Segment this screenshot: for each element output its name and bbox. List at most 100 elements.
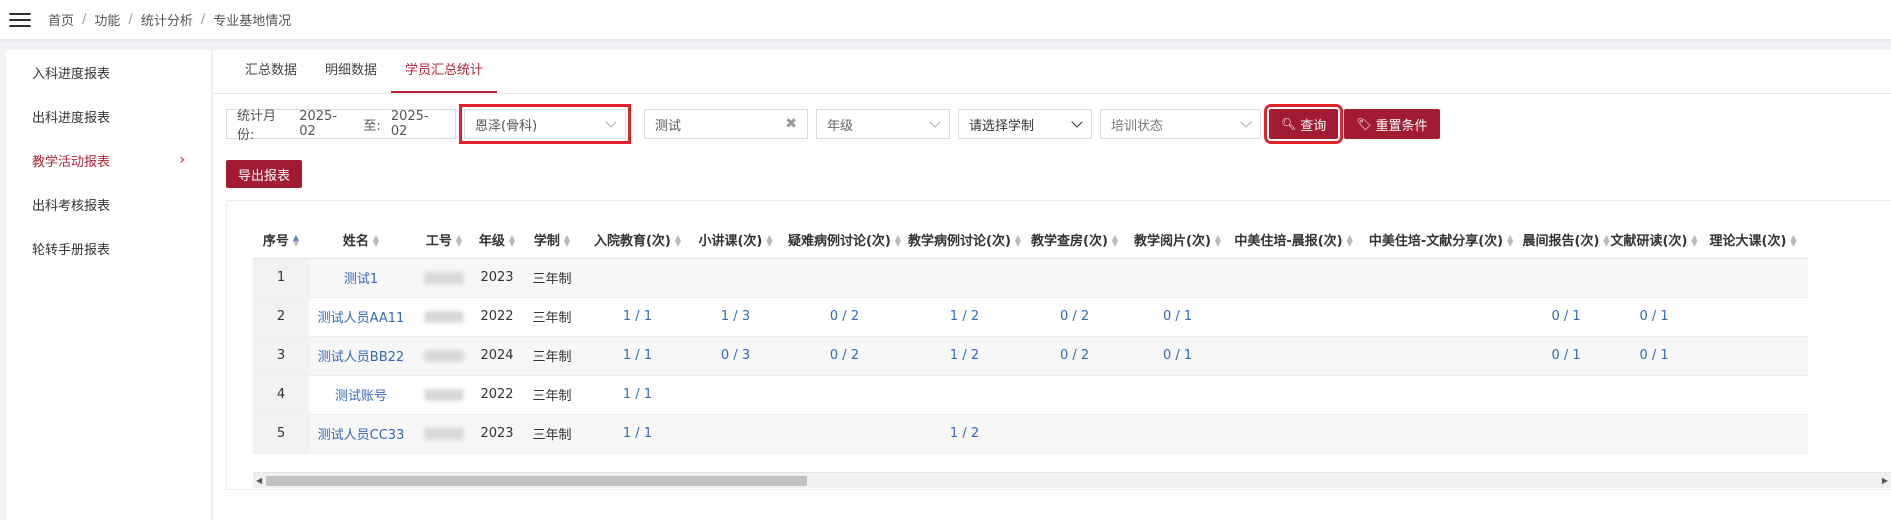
sort-icon[interactable]: ▲ ▼ (1603, 234, 1609, 248)
column-header[interactable]: 年级 ▲ ▼ (475, 221, 519, 259)
sort-icon[interactable]: ▲ ▼ (1790, 234, 1796, 248)
stat-cell[interactable]: 0 / 1 (1128, 297, 1228, 337)
tag-icon: 🏷︎ (1356, 117, 1372, 131)
clear-icon[interactable]: ✖ (785, 116, 797, 132)
sort-icon[interactable]: ▲ ▼ (373, 234, 379, 248)
stat-cell[interactable]: 0 / 1 (1610, 297, 1699, 337)
sort-icon[interactable]: ▲ ▼ (895, 234, 901, 248)
breadcrumb-item[interactable]: 首页 (48, 10, 74, 29)
sort-icon[interactable]: ▲ ▼ (1507, 234, 1513, 248)
column-header[interactable]: 中美住培-晨报(次) ▲ ▼ (1227, 221, 1361, 259)
stat-cell[interactable]: 0 / 2 (781, 297, 908, 337)
stat-cell[interactable]: 1 / 1 (585, 336, 690, 376)
student-name-link[interactable]: 测试账号 (309, 375, 413, 415)
column-header[interactable]: 晨间报告(次) ▲ ▼ (1522, 221, 1611, 259)
stat-cell (908, 375, 1022, 415)
stat-cell[interactable]: 0 / 2 (1021, 297, 1129, 337)
month-from[interactable]: 2025-02 (299, 109, 353, 139)
stat-cell[interactable]: 0 / 1 (1128, 336, 1228, 376)
column-header[interactable]: 小讲课(次) ▲ ▼ (690, 221, 781, 259)
sort-icon[interactable]: ▲ ▼ (1112, 234, 1118, 248)
sidebar-item-rotation-handbook[interactable]: 轮转手册报表 (6, 226, 211, 270)
table-cell: 三年制 (519, 375, 585, 415)
tab-student-summary[interactable]: 学员汇总统计 (391, 50, 498, 93)
sidebar-item-teaching-activity[interactable]: 教学活动报表 › (6, 138, 211, 182)
sort-icon[interactable]: ▲ ▼ (509, 234, 515, 248)
stat-cell[interactable]: 1 / 2 (908, 414, 1022, 454)
column-header[interactable]: 序号 ▲ ▼ (253, 221, 309, 259)
sort-icon[interactable]: ▲ ▼ (564, 234, 570, 248)
horizontal-scrollbar[interactable]: ◀ ▶ (253, 472, 1891, 488)
table-cell: 三年制 (519, 258, 585, 298)
column-header[interactable]: 疑难病例讨论(次) ▲ ▼ (781, 221, 908, 259)
employee-id-cell (413, 258, 475, 298)
column-header[interactable]: 中美住培-文献分享(次) ▲ ▼ (1360, 221, 1523, 259)
table-row: 4 测试账号 2022 三年制 1 / 1 (253, 375, 1809, 415)
chevron-right-icon: › (179, 152, 185, 168)
sort-icon[interactable]: ▲ ▼ (1347, 234, 1353, 248)
stat-cell[interactable]: 0 / 1 (1610, 336, 1699, 376)
table-cell: 三年制 (519, 414, 585, 454)
stat-cell[interactable]: 1 / 1 (585, 375, 690, 415)
stat-cell[interactable]: 0 / 2 (1021, 336, 1129, 376)
column-header[interactable]: 教学查房(次) ▲ ▼ (1021, 221, 1129, 259)
stat-cell (1698, 297, 1809, 337)
stat-cell (1522, 414, 1611, 454)
stat-cell (1698, 414, 1809, 454)
student-name-link[interactable]: 测试人员CC33 (309, 414, 413, 454)
hamburger-menu-icon[interactable] (6, 10, 34, 30)
stat-cell[interactable]: 1 / 1 (585, 297, 690, 337)
sort-icon[interactable]: ▲ ▼ (293, 234, 299, 248)
sidebar-item-admission-progress[interactable]: 入科进度报表 (6, 50, 211, 94)
student-name-link[interactable]: 测试人员AA11 (309, 297, 413, 337)
scroll-right-icon[interactable]: ▶ (1882, 476, 1888, 485)
school-system-select[interactable]: 请选择学制 (958, 109, 1092, 139)
stat-cell[interactable]: 1 / 3 (690, 297, 781, 337)
tab-summary[interactable]: 汇总数据 (231, 50, 311, 93)
stat-cell[interactable]: 0 / 3 (690, 336, 781, 376)
scrollbar-thumb[interactable] (266, 476, 807, 486)
column-header[interactable]: 理论大课(次) ▲ ▼ (1698, 221, 1809, 259)
stat-cell (1610, 375, 1699, 415)
student-name-link[interactable]: 测试人员BB22 (309, 336, 413, 376)
sort-icon[interactable]: ▲ ▼ (766, 234, 772, 248)
column-header[interactable]: 教学阅片(次) ▲ ▼ (1128, 221, 1228, 259)
department-select[interactable]: 恩泽(骨科) (459, 104, 631, 144)
row-index: 5 (253, 414, 309, 454)
stat-cell[interactable]: 1 / 1 (585, 414, 690, 454)
sort-icon[interactable]: ▲ ▼ (1691, 234, 1697, 248)
sort-icon[interactable]: ▲ ▼ (675, 234, 681, 248)
breadcrumb-item[interactable]: 功能 (94, 10, 120, 29)
column-header[interactable]: 入院教育(次) ▲ ▼ (585, 221, 690, 259)
stat-cell (1698, 336, 1809, 376)
keyword-input[interactable]: 测试 ✖ (644, 109, 808, 139)
sidebar-item-discharge-progress[interactable]: 出科进度报表 (6, 94, 211, 138)
breadcrumb-item[interactable]: 统计分析 (141, 10, 193, 29)
stat-cell[interactable]: 0 / 2 (781, 336, 908, 376)
month-range-field[interactable]: 统计月份: 2025-02 至: 2025-02 (226, 109, 456, 143)
search-button[interactable]: 🔍︎ 查询 (1263, 104, 1344, 144)
sidebar-item-discharge-exam[interactable]: 出科考核报表 (6, 182, 211, 226)
stat-cell[interactable]: 1 / 2 (908, 297, 1022, 337)
scroll-left-icon[interactable]: ◀ (256, 476, 262, 485)
column-header[interactable]: 文献研读(次) ▲ ▼ (1610, 221, 1699, 259)
column-header[interactable]: 姓名 ▲ ▼ (309, 221, 413, 259)
grade-select[interactable]: 年级 (816, 109, 950, 139)
student-name-link[interactable]: 测试1 (309, 258, 413, 298)
tab-detail[interactable]: 明细数据 (311, 50, 391, 93)
column-header[interactable]: 学制 ▲ ▼ (519, 221, 585, 259)
sort-icon[interactable]: ▲ ▼ (456, 234, 462, 248)
stat-cell[interactable]: 1 / 2 (908, 336, 1022, 376)
stat-cell[interactable]: 0 / 1 (1522, 297, 1611, 337)
row-index: 3 (253, 336, 309, 376)
export-report-button[interactable]: 导出报表 (226, 160, 303, 188)
breadcrumb-current: 专业基地情况 (213, 14, 292, 29)
column-header[interactable]: 工号 ▲ ▼ (413, 221, 475, 259)
column-header[interactable]: 教学病例讨论(次) ▲ ▼ (908, 221, 1022, 259)
sort-icon[interactable]: ▲ ▼ (1215, 234, 1221, 248)
month-to[interactable]: 2025-02 (391, 109, 445, 139)
training-status-select[interactable]: 培训状态 (1100, 109, 1261, 139)
table-row: 2 测试人员AA11 2022 三年制 1 / 11 / 30 / 21 / 20 / … (253, 297, 1809, 337)
stat-cell[interactable]: 0 / 1 (1522, 336, 1611, 376)
reset-button[interactable]: 🏷︎ 重置条件 (1344, 109, 1440, 139)
